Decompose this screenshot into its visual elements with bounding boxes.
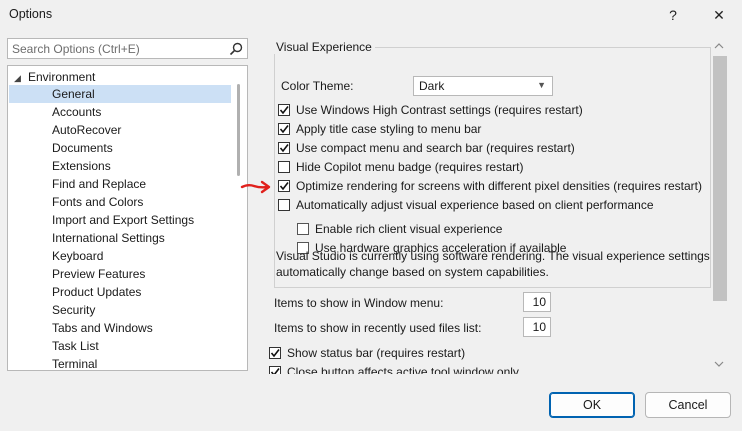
option-label: Use compact menu and search bar (require… (296, 141, 575, 155)
search-input[interactable] (12, 41, 222, 57)
bottom-option-label: Show status bar (requires restart) (287, 346, 466, 360)
tree-item[interactable]: Accounts (9, 103, 231, 121)
chevron-down-icon[interactable] (714, 360, 724, 368)
checkmark-icon (270, 349, 280, 358)
sub-option-label: Enable rich client visual experience (315, 222, 503, 236)
checkbox[interactable] (278, 199, 290, 211)
option-checkbox-row[interactable]: Hide Copilot menu badge (requires restar… (278, 158, 523, 176)
tree-item[interactable]: Find and Replace (9, 175, 231, 193)
checkbox[interactable] (269, 366, 281, 374)
search-box[interactable] (7, 38, 248, 59)
bottom-option-row[interactable]: Close button affects active tool window … (269, 363, 519, 374)
checkbox[interactable] (278, 161, 290, 173)
recent-files-items-label: Items to show in recently used files lis… (274, 321, 482, 335)
rendering-note: Visual Studio is currently using softwar… (276, 249, 710, 279)
option-label: Hide Copilot menu badge (requires restar… (296, 160, 524, 174)
bottom-option-row[interactable]: Show status bar (requires restart) (269, 344, 465, 362)
settings-scrollbar[interactable] (711, 42, 727, 372)
option-label: Optimize rendering for screens with diff… (296, 179, 702, 193)
scrollbar-thumb[interactable] (713, 56, 727, 301)
checkbox[interactable] (297, 223, 309, 235)
title-bar: Options ? ✕ (0, 0, 742, 30)
sub-option-checkbox-row[interactable]: Enable rich client visual experience (297, 220, 502, 238)
annotation-arrow-icon (240, 180, 271, 194)
chevron-down-icon: ▼ (537, 80, 546, 90)
settings-panel: Color Theme: Dark ▼ Use Windows High Con… (258, 32, 734, 374)
option-label: Use Windows High Contrast settings (requ… (296, 103, 583, 117)
tree-item[interactable]: General (9, 85, 231, 103)
tree-item[interactable]: Extensions (9, 157, 231, 175)
ok-button[interactable]: OK (549, 392, 635, 418)
checkmark-icon (279, 106, 289, 115)
checkmark-icon (270, 368, 280, 374)
color-theme-select[interactable]: Dark ▼ (413, 76, 553, 96)
cancel-button[interactable]: Cancel (645, 392, 731, 418)
tree-item[interactable]: Security (9, 301, 231, 319)
option-checkbox-row[interactable]: Optimize rendering for screens with diff… (278, 177, 702, 195)
checkbox[interactable] (278, 180, 290, 192)
checkmark-icon (279, 144, 289, 153)
bottom-option-label: Close button affects active tool window … (287, 365, 519, 374)
tree-item[interactable]: International Settings (9, 229, 231, 247)
tree-item[interactable]: Terminal (9, 355, 231, 370)
tree-item[interactable]: Fonts and Colors (9, 193, 231, 211)
checkmark-icon (279, 182, 289, 191)
window-menu-items-input[interactable]: 10 (523, 292, 551, 312)
tree-item[interactable]: Task List (9, 337, 231, 355)
color-theme-value: Dark (419, 79, 445, 93)
recent-files-items-input[interactable]: 10 (523, 317, 551, 337)
option-checkbox-row[interactable]: Use Windows High Contrast settings (requ… (278, 101, 583, 119)
search-icon[interactable] (228, 41, 244, 57)
tree-root-label: Environment (28, 70, 96, 84)
tree-item[interactable]: Preview Features (9, 265, 231, 283)
tree-item[interactable]: Keyboard (9, 247, 231, 265)
tree-scrollbar[interactable] (237, 84, 240, 176)
visual-experience-group: Color Theme: Dark ▼ Use Windows High Con… (274, 47, 711, 288)
tree-root-environment[interactable]: ◢ Environment (14, 68, 95, 86)
chevron-up-icon[interactable] (714, 42, 724, 50)
tree-item[interactable]: Documents (9, 139, 231, 157)
checkbox[interactable] (269, 347, 281, 359)
close-button[interactable]: ✕ (707, 4, 731, 26)
help-button[interactable]: ? (661, 4, 685, 26)
tree-item[interactable]: AutoRecover (9, 121, 231, 139)
option-label: Automatically adjust visual experience b… (296, 198, 654, 212)
option-checkbox-row[interactable]: Automatically adjust visual experience b… (278, 196, 654, 214)
color-theme-label: Color Theme: (281, 79, 354, 93)
option-label: Apply title case styling to menu bar (296, 122, 482, 136)
window-menu-items-label: Items to show in Window menu: (274, 296, 444, 310)
checkbox[interactable] (278, 123, 290, 135)
tree-item[interactable]: Import and Export Settings (9, 211, 231, 229)
checkbox[interactable] (278, 142, 290, 154)
tree-item[interactable]: Tabs and Windows (9, 319, 231, 337)
checkbox[interactable] (278, 104, 290, 116)
checkmark-icon (279, 125, 289, 134)
tree-item[interactable]: Product Updates (9, 283, 231, 301)
window-title: Options (9, 7, 53, 21)
group-title: Visual Experience (273, 40, 375, 54)
option-checkbox-row[interactable]: Apply title case styling to menu bar (278, 120, 481, 138)
options-tree[interactable]: ◢ Environment General Accounts AutoRecover D… (7, 65, 248, 371)
option-checkbox-row[interactable]: Use compact menu and search bar (require… (278, 139, 575, 157)
